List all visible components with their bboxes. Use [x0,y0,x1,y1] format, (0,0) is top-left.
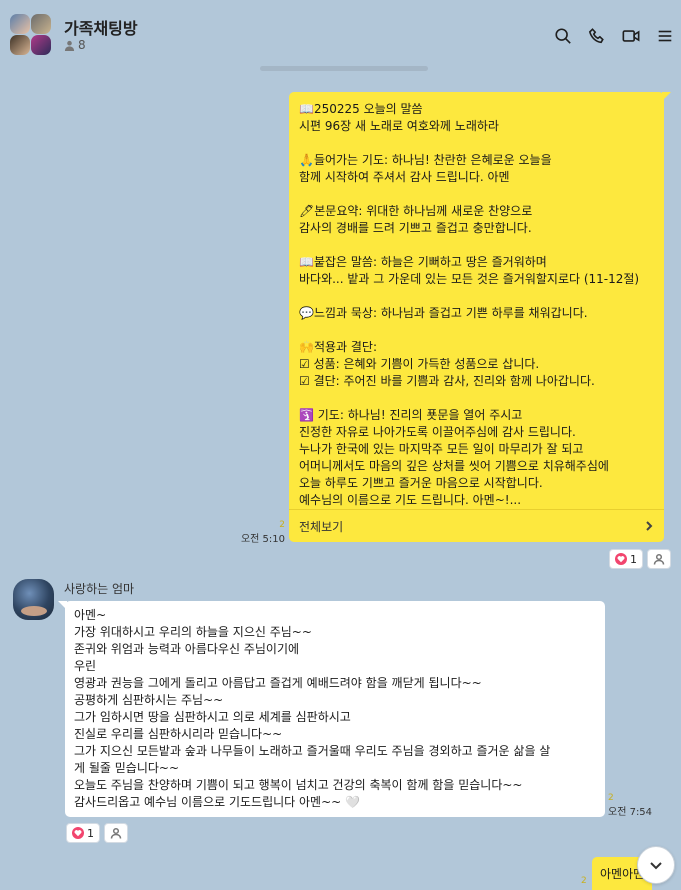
phone-icon [588,28,604,44]
heart-icon [615,553,627,565]
message-time: 오전 5:10 [240,534,285,545]
chevron-down-icon [650,862,662,870]
reaction-count: 1 [630,552,637,566]
unread-count: 2 [581,876,587,886]
my-message-meta: 2 오전 5:10 [237,520,285,545]
person-icon [110,827,122,839]
reaction-bar: 1 [66,823,128,843]
scroll-indicator [260,66,428,71]
member-avatar [31,35,51,55]
reaction-count: 1 [87,826,94,840]
video-call-button[interactable] [621,26,641,46]
sender-name: 사랑하는 엄마 [64,582,135,596]
chevron-right-icon [646,521,653,531]
call-button[interactable] [587,26,607,46]
search-icon [555,28,571,44]
see-all-label: 전체보기 [299,519,344,534]
heart-icon [72,827,84,839]
member-count[interactable]: 8 [64,38,86,52]
person-icon [653,553,665,565]
my-message-bubble[interactable]: 📖250225 오늘의 말씀 시편 96장 새 노래로 여호와께 노래하라 🙏들… [289,92,671,542]
sender-avatar[interactable] [13,579,54,620]
scroll-to-bottom-button[interactable] [637,846,675,884]
member-count-value: 8 [78,38,86,52]
chat-header: 가족채팅방 8 [0,0,681,66]
room-title: 가족채팅방 [64,19,138,38]
my-message-text: 📖250225 오늘의 말씀 시편 96장 새 노래로 여호와께 노래하라 🙏들… [299,102,640,507]
unread-count: 2 [608,793,614,803]
other-message-bubble[interactable]: 아멘~ 가장 위대하시고 우리의 하늘을 지으신 주님~~ 존귀와 위엄과 능력… [58,601,605,817]
group-avatar[interactable] [10,14,52,56]
heart-reaction[interactable]: 1 [66,823,100,843]
reaction-bar: 1 [609,549,671,569]
header-actions [553,26,675,46]
video-call-icon [622,30,640,42]
heart-reaction[interactable]: 1 [609,549,643,569]
menu-button[interactable] [655,26,675,46]
person-icon [64,40,75,51]
reaction-readers-button[interactable] [104,823,128,843]
search-button[interactable] [553,26,573,46]
unread-count: 2 [279,520,285,530]
reaction-readers-button[interactable] [647,549,671,569]
see-all-button[interactable]: 전체보기 [289,509,664,542]
other-message-meta: 2 오전 7:54 [608,793,660,818]
member-avatar [10,14,30,34]
menu-icon [658,30,672,42]
member-avatar [31,14,51,34]
member-avatar [10,35,30,55]
message-time: 오전 7:54 [608,807,653,818]
other-message-text: 아멘~ 가장 위대하시고 우리의 하늘을 지으신 주님~~ 존귀와 위엄과 능력… [74,608,551,809]
